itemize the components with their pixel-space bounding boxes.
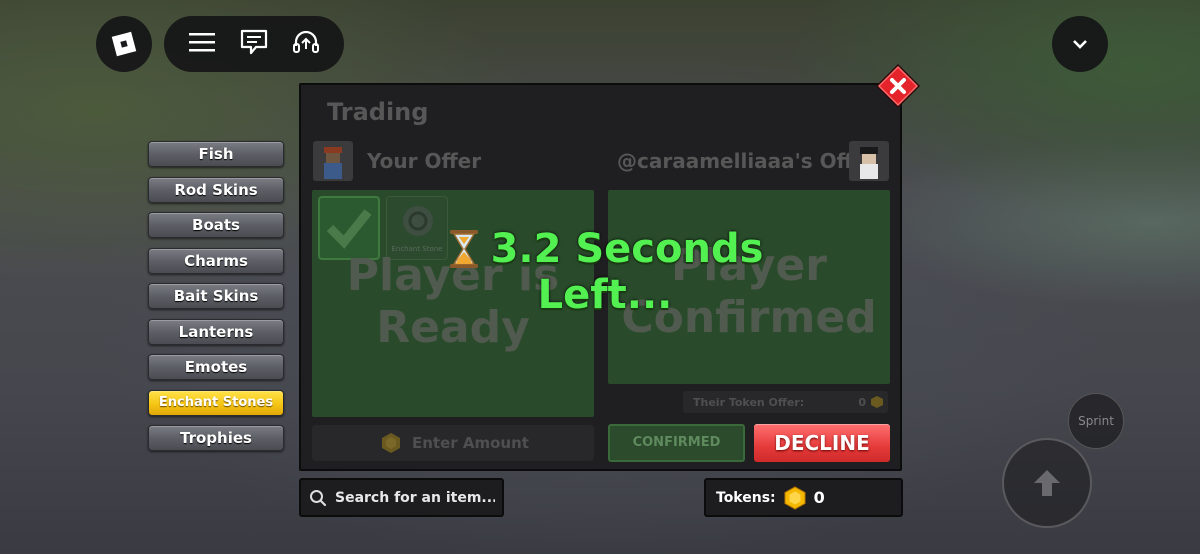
their-token-offer: Their Token Offer: 0: [683, 391, 888, 413]
confirmed-button[interactable]: CONFIRMED: [608, 424, 745, 462]
token-coin-icon: [784, 485, 806, 510]
sprint-button[interactable]: Sprint: [1068, 393, 1124, 449]
category-bait-skins[interactable]: Bait Skins: [148, 283, 284, 309]
countdown-line2: Left...: [537, 272, 673, 318]
category-rod-skins[interactable]: Rod Skins: [148, 176, 284, 203]
checkmark-icon: [326, 209, 372, 249]
jump-button[interactable]: [1002, 438, 1092, 528]
category-list: Fish Rod Skins Boats Charms Bait Skins L…: [148, 141, 284, 461]
arrow-up-icon: [1034, 470, 1060, 496]
item-search-box[interactable]: [299, 478, 504, 517]
countdown-line1: 3.2 Seconds: [490, 226, 764, 272]
category-emotes[interactable]: Emotes: [148, 354, 284, 380]
category-enchant-stones[interactable]: Enchant Stones: [148, 389, 284, 416]
decline-button[interactable]: DECLINE: [754, 424, 890, 462]
tokens-value: 0: [813, 488, 825, 507]
their-offer-title: @caraamelliaaa's Offer: [617, 149, 877, 173]
close-trade-button[interactable]: [874, 62, 922, 110]
collapse-menu-button[interactable]: [1052, 16, 1108, 72]
search-input[interactable]: [335, 489, 495, 506]
enter-amount-field[interactable]: Enter Amount: [312, 425, 594, 461]
their-avatar: [849, 141, 889, 181]
category-boats[interactable]: Boats: [148, 212, 284, 238]
your-avatar: [313, 141, 353, 181]
topbar-menu-group: [164, 16, 344, 72]
hamburger-menu-icon[interactable]: [187, 30, 217, 58]
panel-title: Trading: [327, 98, 429, 126]
chat-icon[interactable]: [239, 28, 269, 60]
chevron-down-icon: [1073, 40, 1087, 49]
headset-icon[interactable]: [291, 27, 321, 61]
enter-amount-placeholder: Enter Amount: [412, 434, 529, 452]
token-coin-icon: [871, 396, 883, 408]
token-coin-icon: [382, 433, 400, 453]
close-icon: [876, 64, 920, 108]
their-token-value: 0: [858, 395, 866, 409]
roblox-menu-button[interactable]: [96, 16, 152, 72]
your-offer-title: Your Offer: [367, 149, 482, 173]
search-icon: [310, 489, 327, 506]
tokens-label: Tokens:: [716, 489, 776, 506]
their-token-label: Their Token Offer:: [693, 395, 805, 409]
countdown-overlay: 3.2 Seconds Left...: [440, 226, 770, 318]
category-lanterns[interactable]: Lanterns: [148, 318, 284, 345]
category-fish[interactable]: Fish: [148, 141, 284, 167]
category-charms[interactable]: Charms: [148, 247, 284, 274]
category-trophies[interactable]: Trophies: [148, 425, 284, 451]
tokens-display: Tokens: 0: [704, 478, 903, 517]
roblox-logo-icon: [111, 31, 137, 57]
hourglass-icon: [449, 230, 478, 268]
